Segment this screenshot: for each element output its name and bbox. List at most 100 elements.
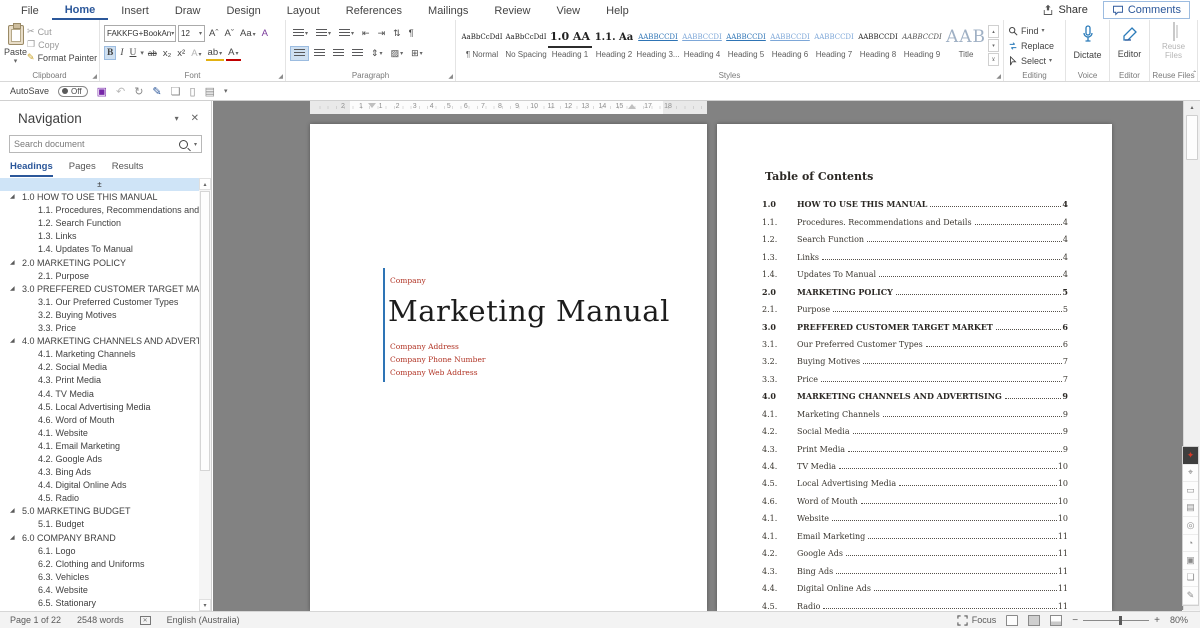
nav-heading-item[interactable]: 4.4. TV Media	[0, 388, 199, 401]
style-item[interactable]: AAB Title	[944, 24, 988, 69]
nav-heading-item[interactable]: 2.1. Purpose	[0, 270, 199, 283]
zoom-in-button[interactable]: +	[1154, 615, 1160, 626]
ribbon-tab[interactable]: Help	[593, 2, 642, 19]
styles-gallery-more-icon[interactable]: ⊻	[988, 53, 999, 66]
align-center-button[interactable]	[311, 47, 328, 60]
align-left-button[interactable]	[290, 45, 309, 61]
italic-button[interactable]: I	[118, 47, 125, 59]
font-color-button[interactable]: A▾	[226, 46, 241, 61]
toc-row[interactable]: 1.4. Updates To Manual 4	[762, 262, 1068, 279]
ribbon-tab[interactable]: Draw	[162, 2, 214, 19]
toc-row[interactable]: 3.0 PREFFERED CUSTOMER TARGET MARKET 6	[762, 314, 1068, 332]
nav-heading-item[interactable]: 4.5. Radio	[0, 492, 199, 505]
toc-row[interactable]: 3.1. Our Preferred Customer Types 6	[762, 332, 1068, 349]
style-item[interactable]: AABBCCDI Heading 6	[768, 24, 812, 69]
style-item[interactable]: AABBCCDI Heading 3...	[636, 24, 680, 69]
nav-heading-item[interactable]: 4.2. Google Ads	[0, 453, 199, 466]
grow-font-button[interactable]: Aˆ	[207, 27, 221, 40]
open-file-button[interactable]: ❏	[171, 85, 181, 98]
nav-heading-item[interactable]: ±	[0, 178, 199, 192]
nav-heading-item[interactable]: 4.3. Print Media	[0, 374, 199, 387]
editor-button[interactable]: Editor	[1114, 23, 1145, 59]
toc-row[interactable]: 4.3. Print Media 9	[762, 436, 1068, 454]
toc-row[interactable]: 1.1. Procedures. Recommendations and Det…	[762, 209, 1068, 227]
document-page-2[interactable]: Table of Contents 1.0 HOW TO USE THIS MA…	[717, 124, 1112, 611]
nav-scroll-down-icon[interactable]: ▾	[199, 599, 211, 611]
nav-pane-close-icon[interactable]: ✕	[187, 113, 203, 124]
format-painter-button[interactable]: ✎ Format Painter	[27, 52, 97, 63]
undo-button[interactable]: ↶	[116, 85, 125, 98]
collapse-triangle-icon[interactable]: ◢	[10, 505, 15, 518]
reuse-files-button[interactable]: Reuse Files	[1154, 22, 1193, 61]
word-count[interactable]: 2548 words	[77, 615, 124, 625]
nav-heading-item[interactable]: 4.1. Website	[0, 427, 199, 440]
copy-tool-icon[interactable]: ❏	[1183, 570, 1198, 587]
ribbon-tab[interactable]: Insert	[108, 2, 162, 19]
decrease-indent-button[interactable]: ⇤	[359, 26, 373, 41]
collapse-triangle-icon[interactable]: ◢	[10, 191, 15, 204]
multilevel-list-button[interactable]: ▾	[336, 27, 357, 40]
underline-button[interactable]: U	[128, 47, 139, 59]
style-item[interactable]: AABBCCDI Heading 4	[680, 24, 724, 69]
nav-heading-item[interactable]: 1.3. Links	[0, 230, 199, 243]
collapse-triangle-icon[interactable]: ◢	[10, 532, 15, 545]
zoom-out-button[interactable]: −	[1072, 615, 1078, 626]
search-options-icon[interactable]: ▾	[194, 141, 197, 148]
share-button[interactable]: Share	[1033, 1, 1096, 19]
replace-button[interactable]: Replace	[1008, 38, 1061, 53]
cut-button[interactable]: ✂ Cut	[27, 26, 97, 37]
styles-scroll-up-icon[interactable]: ▴	[988, 25, 999, 38]
style-item[interactable]: AaBbCcDdI No Spacing	[504, 24, 548, 69]
edit-tool-icon[interactable]: ✎	[1183, 587, 1198, 605]
style-item[interactable]: AABBCCDI Heading 7	[812, 24, 856, 69]
nav-tab[interactable]: Pages	[69, 161, 96, 177]
font-dialog-launcher[interactable]: ◢	[278, 73, 283, 80]
toc-row[interactable]: 4.2. Social Media 9	[762, 419, 1068, 436]
draw-touch-button[interactable]: ✎	[152, 85, 161, 98]
customize-qat-icon[interactable]: ▾	[224, 87, 228, 95]
nav-heading-item[interactable]: 4.1. Email Marketing	[0, 440, 199, 453]
proofing-status-icon[interactable]: ✕	[139, 615, 151, 625]
nav-heading-item[interactable]: 6.3. Vehicles	[0, 571, 199, 584]
new-document-button[interactable]: ▯	[190, 85, 196, 98]
nav-scroll-thumb[interactable]	[200, 191, 210, 471]
focus-mode-button[interactable]: Focus	[957, 614, 996, 626]
doc-scroll-thumb[interactable]	[1186, 115, 1198, 160]
toc-row[interactable]: 1.3. Links 4	[762, 244, 1068, 262]
toc-row[interactable]: 4.2. Google Ads 11	[762, 541, 1068, 558]
shrink-font-button[interactable]: Aˇ	[223, 27, 237, 40]
collapse-triangle-icon[interactable]: ◢	[10, 283, 15, 296]
select-button[interactable]: Select ▾	[1008, 53, 1061, 68]
region-tool-icon[interactable]: ▭	[1183, 482, 1198, 500]
nav-scrollbar[interactable]: ▴ ▾	[199, 178, 211, 611]
sort-button[interactable]: ⇅	[390, 26, 404, 41]
nav-heading-item[interactable]: 3.2. Buying Motives	[0, 309, 199, 322]
nav-pane-options-icon[interactable]: ▾	[167, 114, 187, 123]
nav-heading-item[interactable]: 4.6. Word of Mouth	[0, 414, 199, 427]
toc-row[interactable]: 4.4. Digital Online Ads 11	[762, 576, 1068, 593]
bold-button[interactable]: B	[104, 46, 117, 60]
ribbon-tab[interactable]: File	[8, 2, 52, 19]
comments-button[interactable]: Comments	[1102, 1, 1190, 19]
save-button[interactable]: ▣	[97, 85, 107, 98]
horizontal-ruler[interactable]: 21 1 2 3 4 5 6 7 8 9 10 11 12 13 14 15 17 18	[310, 101, 707, 114]
nav-heading-item[interactable]: ◢ 1.0 HOW TO USE THIS MANUAL	[0, 191, 199, 204]
justify-button[interactable]	[349, 47, 366, 60]
toc-row[interactable]: 4.4. TV Media 10	[762, 454, 1068, 471]
borders-button[interactable]: ⊞ ▾	[408, 46, 426, 61]
capture-icon[interactable]: ✦	[1183, 447, 1198, 465]
toc-row[interactable]: 4.0 MARKETING CHANNELS AND ADVERTISING 9	[762, 384, 1068, 401]
numbered-list-button[interactable]: ▾	[313, 27, 334, 40]
indent-marker-left[interactable]	[368, 103, 376, 108]
toc-row[interactable]: 1.0 HOW TO USE THIS MANUAL 4	[762, 192, 1068, 209]
clipboard-dialog-launcher[interactable]: ◢	[92, 73, 97, 80]
style-item[interactable]: AABBCCDI Heading 8	[856, 24, 900, 69]
change-case-button[interactable]: Aa▾	[238, 27, 258, 40]
align-right-button[interactable]	[330, 47, 347, 60]
read-mode-button[interactable]	[1006, 614, 1019, 626]
subscript-button[interactable]: x₂	[161, 47, 173, 60]
superscript-button[interactable]: x²	[175, 47, 187, 60]
toc-row[interactable]: 3.3. Price 7	[762, 366, 1068, 384]
document-page-1[interactable]: Company Marketing Manual Company Address…	[310, 124, 707, 611]
monitor-tool-icon[interactable]: ▤	[1183, 500, 1198, 517]
